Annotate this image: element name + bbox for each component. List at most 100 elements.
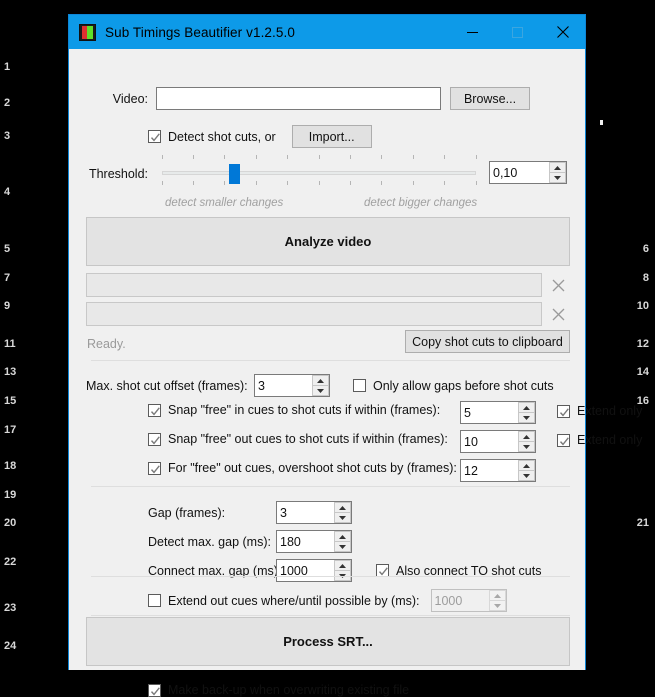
threshold-slider-tick [161,155,163,159]
title-bar: Sub Timings Beautifier v1.2.5.0 [69,15,585,49]
annotation-marker: 12 [636,338,649,350]
process-srt-button[interactable]: Process SRT... [86,617,570,666]
maximize-icon[interactable] [495,15,540,49]
threshold-slider-tick [349,155,351,159]
connect-max-gap-spinner[interactable] [276,559,352,582]
max-shot-cut-offset-row: Max. shot cut offset (frames): Only allo… [86,374,554,397]
snap-out-spin-down[interactable] [518,442,535,452]
extend-out-cues-label: Extend out cues where/until possible by … [168,593,420,608]
snap-out-extend-only-checkbox[interactable]: Extend only [557,433,642,447]
detect-max-gap-row: Detect max. gap (ms): [86,530,352,553]
snap-in-cues-spinner[interactable] [460,401,536,424]
annotation-marker: 1 [4,61,11,73]
annotation-marker: 11 [4,338,16,350]
overshoot-row: For "free" out cues, overshoot shot cuts… [148,461,457,475]
analyze-video-button[interactable]: Analyze video [86,217,570,266]
app-window: Sub Timings Beautifier v1.2.5.0 Video: B… [68,14,642,697]
detect-max-spin-down[interactable] [334,542,351,552]
annotation-marker: 15 [4,395,17,407]
minimize-icon[interactable] [450,15,495,49]
threshold-slider-tick [318,155,320,159]
overshoot-spin-down[interactable] [518,471,535,481]
threshold-spinner[interactable] [489,161,567,184]
threshold-slider-tick [349,181,351,185]
annotation-marker: 24 [4,640,17,652]
video-input[interactable] [156,87,441,110]
app-icon [79,23,96,41]
snap-out-cues-checkbox[interactable]: Snap "free" out cues to shot cuts if wit… [148,432,448,446]
annotation-dot [600,120,603,125]
snap-out-cues-spinner[interactable] [460,430,536,453]
video-label: Video: [112,91,148,106]
extend-out-cues-checkbox[interactable]: Extend out cues where/until possible by … [148,594,420,608]
snap-out-cues-row: Snap "free" out cues to shot cuts if wit… [148,432,448,446]
gap-frames-spin-down[interactable] [334,513,351,523]
cancel-2-icon[interactable] [550,306,566,322]
browse-button[interactable]: Browse... [450,87,530,110]
overshoot-spinner[interactable] [460,459,536,482]
progress-bar-1 [86,273,542,297]
detect-max-gap-spinner[interactable] [276,530,352,553]
threshold-slider[interactable] [161,155,477,189]
gap-frames-spin-up[interactable] [334,502,351,513]
copy-shot-cuts-button[interactable]: Copy shot cuts to clipboard [405,330,570,353]
snap-out-spin-up[interactable] [518,431,535,442]
max-shot-cut-offset-spinner[interactable] [254,374,330,397]
snap-in-cues-checkbox[interactable]: Snap "free" in cues to shot cuts if with… [148,403,440,417]
client-area: Video: Browse... Detect shot cuts, or Im… [69,49,642,697]
snap-in-cues-row: Snap "free" in cues to shot cuts if with… [148,403,440,417]
annotation-marker: 17 [4,424,17,436]
snap-in-extend-only-checkbox[interactable]: Extend only [557,404,642,418]
threshold-spin-down[interactable] [549,173,566,183]
snap-out-cues-label: Snap "free" out cues to shot cuts if wit… [168,432,448,446]
gap-frames-spinner[interactable] [276,501,352,524]
extend-spin-down[interactable] [488,601,506,611]
annotation-marker: 19 [4,489,17,501]
overshoot-spin-up[interactable] [518,460,535,471]
import-button[interactable]: Import... [291,125,372,148]
connect-max-spin-up[interactable] [334,560,351,571]
extend-spin-up[interactable] [488,590,506,601]
snap-in-spin-up[interactable] [518,402,535,413]
make-backup-checkbox[interactable]: Make back-up when overwriting existing f… [148,683,409,697]
threshold-slider-tick [192,155,194,159]
annotation-marker: 5 [4,243,11,255]
threshold-spinner-buttons[interactable] [549,162,566,183]
snap-in-cues-checkbox-box [148,403,161,417]
extend-out-cues-row: Extend out cues where/until possible by … [148,589,507,612]
threshold-slider-tick [475,155,477,159]
max-offset-spin-down[interactable] [312,386,329,396]
annotation-marker: 7 [4,272,11,284]
separator-2 [91,486,570,487]
annotation-marker: 22 [4,556,17,568]
snap-out-cues-checkbox-box [148,432,161,446]
annotation-marker: 2 [4,97,11,109]
threshold-slider-tick [318,181,320,185]
gap-frames-label: Gap (frames): [148,505,226,520]
annotation-marker: 8 [642,272,649,284]
only-allow-gaps-checkbox[interactable]: Only allow gaps before shot cuts [353,379,554,393]
detect-shot-cuts-checkbox[interactable]: Detect shot cuts, or [148,130,276,144]
close-icon[interactable] [540,15,585,49]
detect-shot-cuts-row: Detect shot cuts, or Import... [148,125,372,148]
threshold-slider-tick [412,155,414,159]
annotation-marker: 14 [636,366,649,378]
snap-in-extend-only-label: Extend only [577,404,643,418]
make-backup-checkbox-box [148,683,161,697]
threshold-slider-tick [412,181,414,185]
annotation-marker: 13 [4,366,17,378]
max-offset-spin-up[interactable] [312,375,329,386]
cancel-1-icon[interactable] [550,277,566,293]
extend-out-cues-spinner[interactable] [430,589,507,612]
threshold-slider-thumb[interactable] [229,164,241,184]
window-controls [450,15,585,49]
threshold-spin-up[interactable] [549,162,566,173]
detect-max-spin-up[interactable] [334,531,351,542]
annotation-marker: 9 [4,300,11,312]
overshoot-checkbox[interactable]: For "free" out cues, overshoot shot cuts… [148,461,457,475]
threshold-slider-tick [444,181,446,185]
annotation-marker: 3 [4,130,11,142]
threshold-row: Threshold: [86,155,570,189]
annotation-marker: 10 [636,300,649,312]
snap-in-spin-down[interactable] [518,413,535,423]
